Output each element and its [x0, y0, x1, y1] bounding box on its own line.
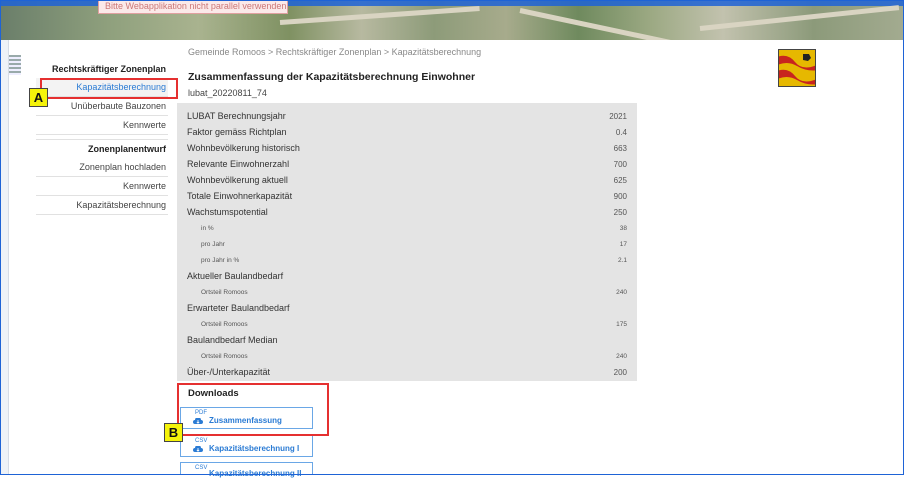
row-label: Aktueller Baulandbedarf: [187, 271, 284, 281]
banner-road: [699, 5, 900, 31]
file-type-label: PDF: [195, 410, 207, 416]
sidebar-item-kapazitaetsberechnung[interactable]: Kapazitätsberechnung: [36, 78, 168, 97]
row-value: 250: [613, 207, 627, 217]
sidebar-item-kennwerte[interactable]: Kennwerte: [36, 116, 168, 135]
row-label: LUBAT Berechnungsjahr: [187, 111, 286, 121]
download-label: Kapazitätsberechnung II: [209, 469, 302, 478]
table-subrow: Ortsteil Romoos 240: [177, 348, 637, 364]
banner-alert: Bitte Webapplikation nicht parallel verw…: [98, 0, 288, 14]
table-row: Totale Einwohnerkapazität 900: [177, 188, 637, 204]
sidebar-item-kennwerte-entwurf[interactable]: Kennwerte: [36, 177, 168, 196]
table-subrow: pro Jahr in % 2.1: [177, 252, 637, 268]
table-row: Relevante Einwohnerzahl 700: [177, 156, 637, 172]
row-label: Ortsteil Romoos: [201, 320, 248, 328]
table-row: Faktor gemäss Richtplan 0.4: [177, 124, 637, 140]
breadcrumb[interactable]: Gemeinde Romoos > Rechtskräftiger Zonenp…: [188, 47, 481, 57]
table-subrow: Ortsteil Romoos 240: [177, 284, 637, 300]
row-label: Ortsteil Romoos: [201, 352, 248, 360]
download-csv-capacity-2-button[interactable]: CSV Kapazitätsberechnung II: [180, 462, 313, 478]
cloud-download-icon: [193, 418, 203, 424]
row-value: 175: [616, 320, 627, 328]
municipality-crest-icon: [778, 49, 816, 87]
row-value: 700: [613, 159, 627, 169]
row-label: Erwarteter Baulandbedarf: [187, 303, 290, 313]
download-csv-capacity-1-button[interactable]: CSV Kapazitätsberechnung I: [180, 435, 313, 457]
row-value: 900: [613, 191, 627, 201]
sidebar-heading-zonenplanentwurf: Zonenplanentwurf: [88, 144, 166, 154]
sidebar-item-unueberbaute-bauzonen[interactable]: Unüberbaute Bauzonen: [36, 97, 168, 116]
cloud-download-icon: [193, 446, 203, 452]
row-label: pro Jahr in %: [201, 256, 240, 264]
row-value: 240: [616, 288, 627, 296]
row-label: Totale Einwohnerkapazität: [187, 191, 293, 201]
sidebar-nav: Rechtskräftiger Zonenplan Kapazitätsbere…: [36, 60, 168, 215]
annotation-label-b: B: [164, 423, 183, 442]
row-label: in %: [201, 224, 214, 232]
table-subrow: pro Jahr 17: [177, 236, 637, 252]
row-value: 625: [613, 175, 627, 185]
download-label: Zusammenfassung: [209, 416, 282, 425]
row-label: Relevante Einwohnerzahl: [187, 159, 290, 169]
file-type-label: CSV: [195, 438, 208, 444]
row-value: 663: [613, 143, 627, 153]
download-label: Kapazitätsberechnung I: [209, 444, 300, 453]
sidebar-heading-rechtskraeftiger-zonenplan: Rechtskräftiger Zonenplan: [51, 64, 166, 74]
table-row: Wachstumspotential 250: [177, 204, 637, 220]
table-subrow: Ortsteil Romoos 175: [177, 316, 637, 332]
table-row: Erwarteter Baulandbedarf: [177, 300, 637, 316]
row-label: Ortsteil Romoos: [201, 288, 248, 296]
row-label: pro Jahr: [201, 240, 225, 248]
left-rail: [0, 40, 9, 475]
row-value: 2.1: [617, 256, 627, 264]
row-label: Wohnbevölkerung aktuell: [187, 175, 288, 185]
sidebar-item-zonenplan-hochladen[interactable]: Zonenplan hochladen: [36, 158, 168, 177]
table-row: Baulandbedarf Median: [177, 332, 637, 348]
banner-road: [519, 8, 678, 40]
annotation-label-a: A: [29, 88, 48, 107]
row-value: 0.4: [615, 127, 627, 137]
table-subrow: in % 38: [177, 220, 637, 236]
table-row: Über-/Unterkapazität 200: [177, 364, 637, 380]
table-row: Wohnbevölkerung aktuell 625: [177, 172, 637, 188]
row-value: 38: [619, 224, 627, 232]
banner-road: [279, 6, 480, 25]
table-row: Wohnbevölkerung historisch 663: [177, 140, 637, 156]
table-row: Aktueller Baulandbedarf: [177, 268, 637, 284]
downloads-heading: Downloads: [188, 388, 239, 399]
download-pdf-summary-button[interactable]: PDF Zusammenfassung: [180, 407, 313, 429]
row-value: 17: [619, 240, 627, 248]
sidebar-item-kapazitaetsberechnung-entwurf[interactable]: Kapazitätsberechnung: [36, 196, 168, 215]
app-logo-icon[interactable]: [9, 55, 21, 75]
row-label: Faktor gemäss Richtplan: [187, 127, 287, 137]
calculation-id: lubat_20220811_74: [188, 88, 267, 98]
table-row: LUBAT Berechnungsjahr 2021: [177, 108, 637, 124]
row-value: 240: [616, 352, 627, 360]
file-type-label: CSV: [195, 465, 208, 471]
row-value: 2021: [609, 111, 627, 121]
row-value: 200: [613, 367, 627, 377]
row-label: Über-/Unterkapazität: [187, 367, 271, 377]
page-title: Zusammenfassung der Kapazitätsberechnung…: [188, 71, 476, 83]
capacity-summary-table: LUBAT Berechnungsjahr 2021 Faktor gemäss …: [177, 103, 637, 381]
aerial-banner: Bitte Webapplikation nicht parallel verw…: [0, 0, 904, 40]
row-label: Baulandbedarf Median: [187, 335, 278, 345]
row-label: Wachstumspotential: [187, 207, 268, 217]
row-label: Wohnbevölkerung historisch: [187, 143, 300, 153]
